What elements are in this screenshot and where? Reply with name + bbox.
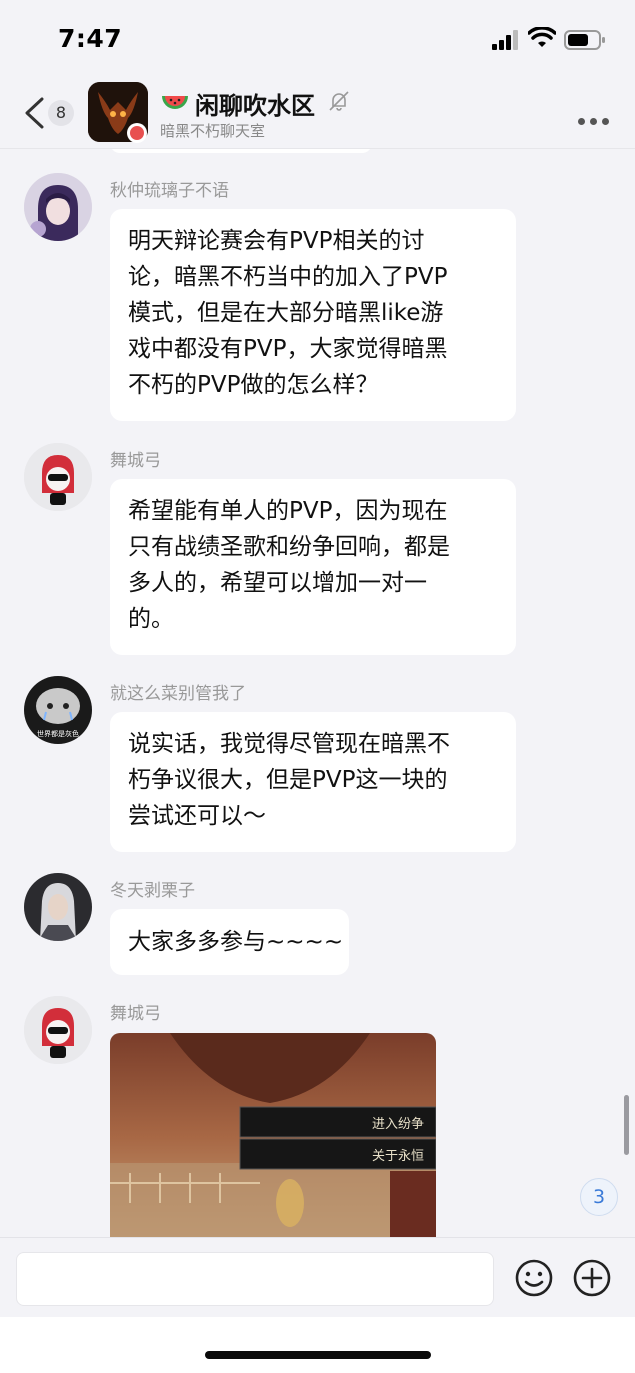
avatar[interactable] [24,873,92,941]
message-line: 说实话，我觉得尽管现在暗黑不 [128,731,450,757]
unread-chats-badge[interactable]: 8 [48,100,74,126]
message-bubble[interactable]: 大家多多参与~~~~ [110,909,349,975]
message-bubble[interactable]: 明天辩论赛会有PVP相关的讨 论，暗黑不朽当中的加入了PVP 模式，但是在大部分… [110,209,516,421]
image-message[interactable]: 进入纷争 关于永恒 [110,1033,436,1237]
message-line: 大家多多参与~~~~ [128,929,344,955]
avatar[interactable]: 世界都是灰色 [24,676,92,744]
wifi-icon [528,27,556,47]
avatar[interactable] [24,996,92,1064]
group-badge-icon [127,123,147,143]
input-bar [0,1237,635,1318]
message-line: 模式，但是在大部分暗黑like游 [128,300,444,326]
message-line: 尝试还可以～ [128,803,266,829]
message-line: 朽争议很大，但是PVP这一块的 [128,767,448,793]
group-subtitle: 暗黑不朽聊天室 [160,122,266,140]
image-menu-item: 进入纷争 [372,1117,424,1132]
message-bubble[interactable]: 说实话，我觉得尽管现在暗黑不 朽争议很大，但是PVP这一块的 尝试还可以～ [110,712,516,852]
add-attachment-icon[interactable] [572,1258,612,1298]
avatar-caption: 世界都是灰色 [37,729,79,738]
message-line: 戏中都没有PVP，大家觉得暗黑 [128,336,448,362]
message-line: 论，暗黑不朽当中的加入了PVP [128,264,448,290]
sender-name: 秋仲琉璃子不语 [110,181,229,201]
status-bar: 7:47 [0,0,635,80]
sender-name: 就这么菜别管我了 [110,684,246,704]
sender-name: 舞城弓 [110,1004,161,1024]
more-options-icon[interactable] [578,110,616,125]
emoji-icon[interactable] [514,1258,554,1298]
unread-count-badge[interactable]: 3 [580,1178,618,1216]
scrollbar[interactable] [624,1095,629,1155]
sender-name: 冬天剥栗子 [110,881,195,901]
cellular-signal-icon [492,30,518,50]
message-line: 多人的，希望可以增加一对一 [128,570,427,596]
message-line: 只有战绩圣歌和纷争回响，都是 [128,534,450,560]
message-line: 不朽的PVP做的怎么样？ [128,372,379,398]
message-input[interactable] [16,1252,494,1306]
message-line: 希望能有单人的PVP，因为现在 [128,498,448,524]
home-indicator[interactable] [205,1351,431,1359]
battery-icon [564,30,605,50]
status-time: 7:47 [58,24,123,53]
message-line: 明天辩论赛会有PVP相关的讨 [128,228,425,254]
sender-name: 舞城弓 [110,451,161,471]
home-indicator-area [0,1317,635,1373]
message-line: 的。 [128,606,174,632]
avatar[interactable] [24,443,92,511]
group-title: 闲聊吹水区 [195,92,315,120]
back-chevron-icon[interactable] [22,96,46,130]
chat-header: 8 闲聊吹水区 暗黑不朽聊天室 [0,80,635,149]
previous-message-bubble [110,149,372,153]
mute-bell-icon [329,91,349,111]
image-menu-item: 关于永恒 [372,1149,424,1164]
message-list[interactable]: 秋仲琉璃子不语 明天辩论赛会有PVP相关的讨 论，暗黑不朽当中的加入了PVP 模… [0,149,635,1237]
message-bubble[interactable]: 希望能有单人的PVP，因为现在 只有战绩圣歌和纷争回响，都是 多人的，希望可以增… [110,479,516,655]
watermelon-icon [162,96,188,109]
avatar[interactable] [24,173,92,241]
